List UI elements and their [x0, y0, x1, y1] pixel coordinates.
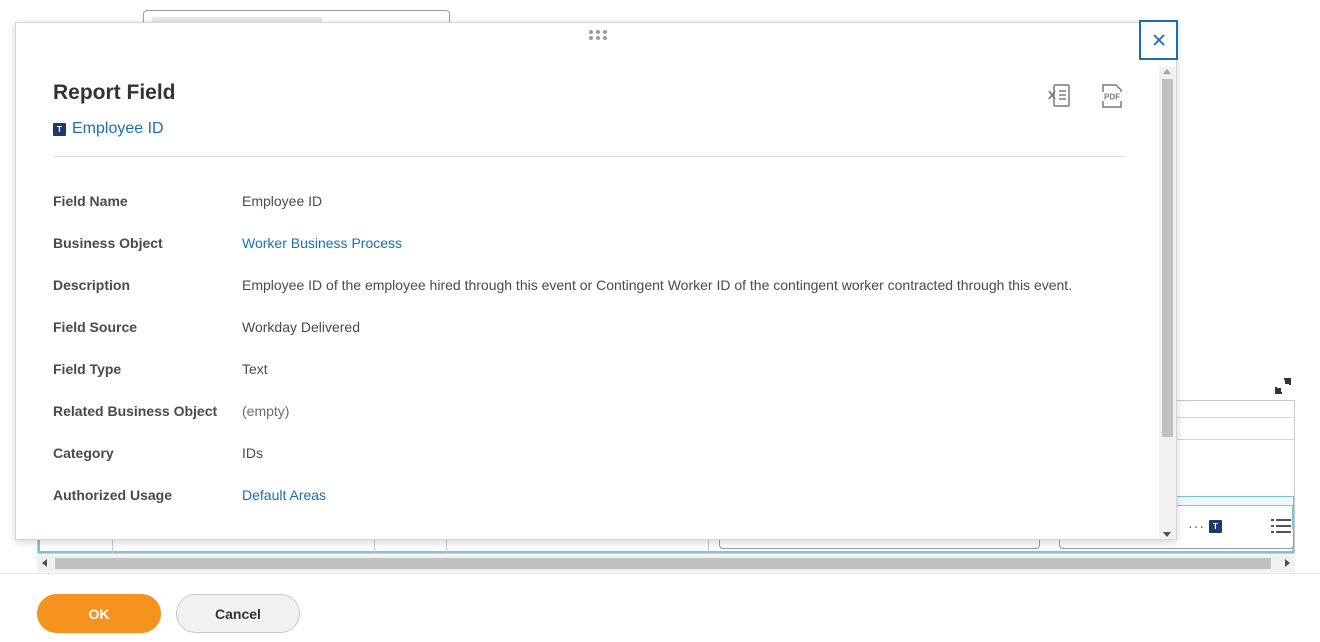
field-value: Workday Delivered	[242, 319, 361, 335]
scroll-right-arrow-icon[interactable]	[1285, 559, 1290, 567]
field-row-business-object: Business Object Worker Business Process	[53, 233, 1113, 253]
popup-content: Report Field T Employee ID PDF Field Nam…	[16, 23, 1158, 539]
field-label: Related Business Object	[53, 403, 218, 419]
authorized-usage-link[interactable]: Default Areas	[242, 485, 1113, 505]
horizontal-scrollbar[interactable]	[37, 555, 1295, 572]
field-row-field-name: Field Name Employee ID	[53, 191, 1113, 211]
title-divider	[53, 156, 1125, 157]
report-field-popup: Report Field T Employee ID PDF Field Nam…	[15, 22, 1177, 540]
field-label: Field Source	[53, 319, 138, 335]
field-row-authorized-usage: Authorized Usage Default Areas	[53, 485, 1113, 505]
business-object-link[interactable]: Worker Business Process	[242, 233, 1113, 253]
popup-subtitle: T Employee ID	[53, 120, 164, 138]
cancel-button[interactable]: Cancel	[176, 594, 300, 633]
scroll-down-arrow-icon[interactable]	[1163, 532, 1171, 537]
scroll-left-arrow-icon[interactable]	[42, 559, 47, 567]
field-row-description: Description Employee ID of the employee …	[53, 275, 1113, 295]
field-label: Description	[53, 277, 131, 293]
popup-vertical-scrollbar[interactable]	[1159, 67, 1176, 539]
export-pdf-icon[interactable]: PDF	[1099, 83, 1125, 109]
scrollbar-thumb[interactable]	[55, 558, 1271, 569]
field-details-list: Field Name Employee ID Business Object W…	[53, 191, 1113, 527]
list-icon[interactable]	[1271, 518, 1291, 534]
field-row-field-source: Field Source Workday Delivered	[53, 317, 1113, 337]
field-label: Authorized Usage	[53, 487, 173, 503]
export-excel-icon[interactable]	[1047, 83, 1073, 109]
text-type-icon: T	[1209, 520, 1222, 533]
popup-title: Report Field	[53, 81, 176, 104]
field-label: Field Name	[53, 193, 128, 209]
field-value: IDs	[242, 445, 263, 461]
close-icon	[1152, 34, 1165, 46]
field-value: (empty)	[242, 403, 290, 419]
scrollbar-thumb[interactable]	[1162, 79, 1173, 437]
field-label: Category	[53, 445, 114, 461]
expand-icon[interactable]	[1274, 377, 1292, 395]
employee-id-link[interactable]: Employee ID	[72, 120, 164, 138]
field-label: Business Object	[53, 235, 163, 251]
text-type-icon: T	[53, 122, 66, 136]
field-value: Employee ID of the employee hired throug…	[242, 277, 1073, 293]
footer-divider	[0, 573, 1320, 574]
field-row-category: Category IDs	[53, 443, 1113, 463]
svg-text:PDF: PDF	[1104, 93, 1120, 102]
close-button[interactable]	[1139, 20, 1178, 60]
field-row-field-type: Field Type Text	[53, 359, 1113, 379]
field-value: Employee ID	[242, 193, 323, 209]
ok-button[interactable]: OK	[37, 594, 161, 633]
field-row-related-business-object: Related Business Object (empty)	[53, 401, 1113, 421]
more-options-icon[interactable]: ···	[1188, 518, 1205, 534]
field-label: Field Type	[53, 361, 122, 377]
scroll-up-arrow-icon[interactable]	[1163, 69, 1171, 74]
field-value: Text	[242, 361, 268, 377]
